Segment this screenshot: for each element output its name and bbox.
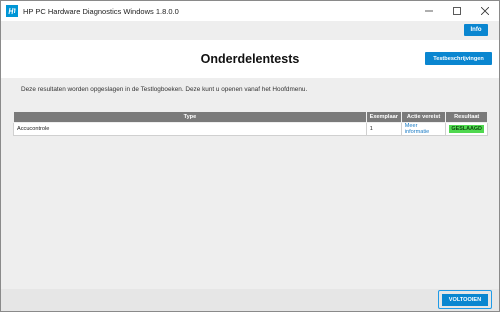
cell-type: Accucontrole [13,122,367,136]
top-bar: Info [1,21,499,40]
cell-action: Meer informatie [400,122,447,136]
window-controls [415,1,499,21]
info-button[interactable]: Info [464,24,488,36]
result-badge: GESLAAGD [449,125,484,133]
page-header: Onderdelentests Testbeschrijvingen [1,40,499,78]
maximize-icon[interactable] [443,1,471,21]
column-header-type: Type [13,111,367,123]
title-bar: HP PC Hardware Diagnostics Windows 1.8.0… [1,1,499,21]
results-table: Type Exemplaar Actie vereist Resultaat A… [13,111,488,136]
close-icon[interactable] [471,1,499,21]
results-notice: Deze resultaten worden opgeslagen in de … [21,86,308,93]
column-header-action: Actie vereist [400,111,447,123]
table-row: Accucontrole 1 Meer informatie GESLAAGD [13,122,488,136]
footer-bar: VOLTOOIEN [1,289,499,311]
cell-instance: 1 [365,122,402,136]
column-header-result: Resultaat [445,111,488,123]
hp-logo-icon [6,5,18,17]
cell-result: GESLAAGD [445,122,488,136]
results-panel: Deze resultaten worden opgeslagen in de … [1,78,499,289]
minimize-icon[interactable] [415,1,443,21]
done-button[interactable]: VOLTOOIEN [442,293,488,306]
table-header-row: Type Exemplaar Actie vereist Resultaat [13,111,488,123]
test-descriptions-button[interactable]: Testbeschrijvingen [425,52,492,65]
more-info-link[interactable]: Meer informatie [405,123,430,135]
column-header-instance: Exemplaar [365,111,402,123]
done-button-focus-ring: VOLTOOIEN [438,290,492,309]
window-title: HP PC Hardware Diagnostics Windows 1.8.0… [23,6,179,16]
